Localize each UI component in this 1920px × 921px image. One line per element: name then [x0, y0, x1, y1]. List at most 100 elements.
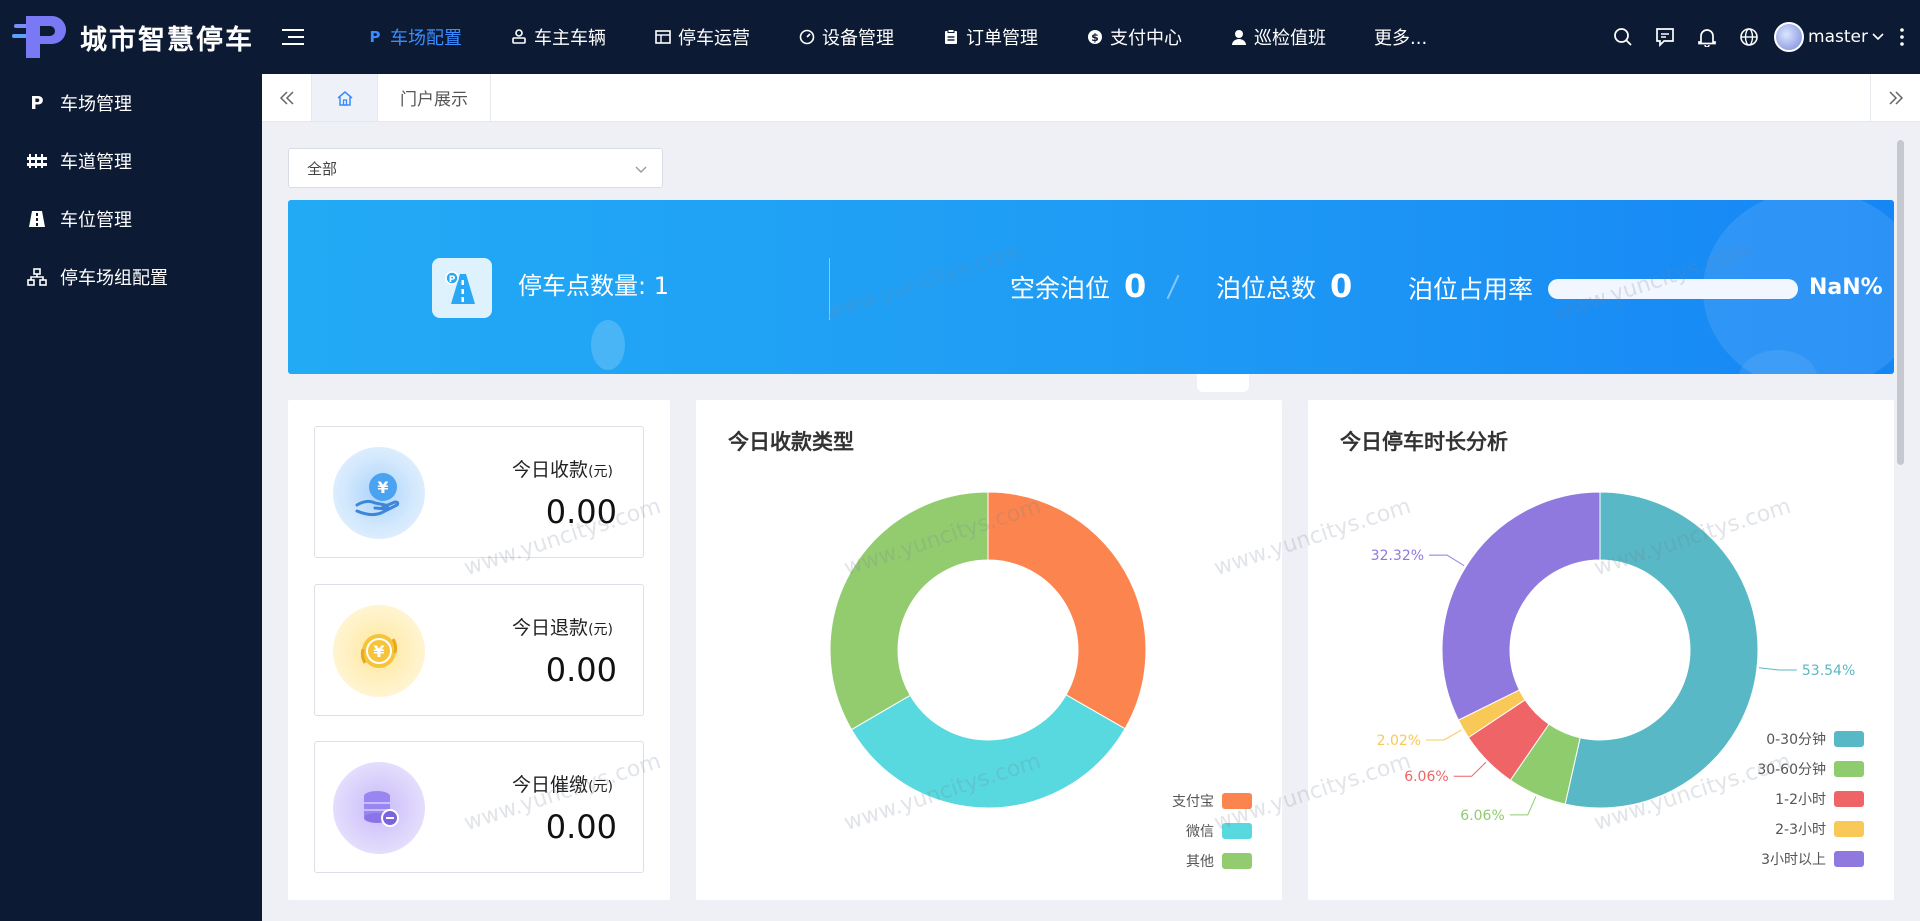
legend-label: 2-3小时	[1775, 822, 1826, 838]
double-chevron-left-icon[interactable]	[262, 74, 312, 121]
money-title: 今日催缴(元)	[512, 774, 613, 796]
parking-count: 停车点数量: 1	[518, 272, 669, 300]
app-logo[interactable]: 城市智慧停车	[0, 10, 262, 64]
money-summary-card: ¥ 今日收款(元) 0.00 ¥ 今日退款(元) 0.00 今日催缴(元) 0.…	[288, 400, 670, 900]
tab-portal[interactable]: 门户展示	[378, 74, 491, 121]
nav-label: 巡检值班	[1254, 28, 1326, 49]
legend-label: 3小时以上	[1761, 852, 1826, 868]
avatar	[1774, 22, 1805, 52]
today-income-box: ¥ 今日收款(元) 0.00	[314, 426, 644, 558]
nav-item-operation[interactable]: 停车运营	[630, 0, 774, 74]
user-icon	[1230, 28, 1248, 46]
coin-stack-icon	[333, 762, 425, 854]
double-chevron-right-icon[interactable]	[1870, 74, 1920, 121]
divider	[1166, 274, 1180, 300]
occupancy-progress-bar	[1548, 279, 1798, 299]
scrollbar-thumb[interactable]	[1897, 140, 1904, 465]
search-icon[interactable]	[1602, 0, 1644, 74]
legend-item[interactable]: 1-2小时	[1757, 784, 1864, 814]
legend-label: 1-2小时	[1775, 792, 1826, 808]
top-right-tools: master	[1602, 0, 1920, 74]
message-icon[interactable]	[1644, 0, 1686, 74]
svg-text:¥: ¥	[377, 478, 388, 497]
top-navbar: 城市智慧停车 P 车场配置 车主车辆 停车运营 设备管理 订单管理 $ 支付中心…	[0, 0, 1920, 74]
chevron-down-icon	[634, 161, 648, 179]
legend-item[interactable]: 微信	[1172, 816, 1252, 846]
legend-swatch	[1834, 821, 1864, 837]
legend-swatch	[1834, 791, 1864, 807]
data-label: 32.32%	[1371, 548, 1424, 564]
total-stat: 泊位总数 0	[1216, 267, 1352, 305]
legend-item[interactable]: 支付宝	[1172, 786, 1252, 816]
parking-p-icon: P	[30, 92, 44, 114]
yen-hand-icon: ¥	[333, 447, 425, 539]
today-dunning-box: 今日催缴(元) 0.00	[314, 741, 644, 873]
legend-item[interactable]: 3小时以上	[1757, 844, 1864, 874]
sidebar-item-lot-management[interactable]: P 车场管理	[0, 74, 262, 132]
bell-icon[interactable]	[1686, 0, 1728, 74]
barrier-icon	[26, 150, 48, 172]
data-label: 6.06%	[1460, 808, 1504, 824]
nav-label: 更多...	[1374, 28, 1428, 49]
nav-item-owner-vehicle[interactable]: 车主车辆	[486, 0, 630, 74]
more-vertical-icon[interactable]	[1884, 0, 1920, 74]
tab-home[interactable]	[312, 74, 378, 121]
data-label: 2.02%	[1377, 733, 1421, 749]
nav-item-payment[interactable]: $ 支付中心	[1062, 0, 1206, 74]
payment-type-chart-card: 今日收款类型 支付宝 微信 其他	[696, 400, 1282, 900]
menu-toggle-icon[interactable]	[282, 27, 306, 47]
donut-slice[interactable]	[1441, 491, 1601, 721]
nav-label: 设备管理	[822, 28, 894, 49]
data-label: 53.54%	[1802, 663, 1855, 679]
nav-item-device[interactable]: 设备管理	[774, 0, 918, 74]
money-value: 0.00	[545, 651, 617, 689]
sidebar-item-lane-management[interactable]: 车道管理	[0, 132, 262, 190]
nav-label: 车主车辆	[534, 28, 606, 49]
label-leader-line	[1758, 667, 1797, 671]
lot-filter-select[interactable]: 全部	[288, 148, 663, 188]
parking-duration-chart-card: 今日停车时长分析 53.54% 6.06% 6.06% 2.02% 32.32% 0-3…	[1308, 400, 1894, 900]
legend-item[interactable]: 0-30分钟	[1757, 724, 1864, 754]
occupancy-label: 泊位占用率	[1408, 275, 1534, 304]
sidebar-item-label: 车场管理	[60, 94, 132, 115]
nav-item-patrol[interactable]: 巡检值班	[1206, 0, 1350, 74]
table-icon	[654, 28, 672, 46]
legend-label: 0-30分钟	[1766, 732, 1826, 748]
legend-item[interactable]: 2-3小时	[1757, 814, 1864, 844]
sidebar-item-space-management[interactable]: 车位管理	[0, 190, 262, 248]
occupancy-value: NaN%	[1809, 275, 1883, 300]
app-title: 城市智慧停车	[80, 24, 254, 56]
legend-item[interactable]: 30-60分钟	[1757, 754, 1864, 784]
donut-slice[interactable]	[829, 491, 989, 731]
legend-item[interactable]: 其他	[1172, 846, 1252, 876]
dollar-coin-icon: $	[1086, 28, 1104, 46]
legend-swatch	[1222, 853, 1252, 869]
home-icon	[336, 90, 354, 106]
money-value: 0.00	[545, 493, 617, 531]
donut-slice[interactable]	[987, 491, 1147, 730]
nav-item-more[interactable]: 更多...	[1350, 0, 1451, 74]
globe-icon[interactable]	[1728, 0, 1770, 74]
tab-label: 门户展示	[400, 90, 468, 110]
chevron-down-icon	[1872, 33, 1884, 41]
select-value: 全部	[307, 159, 338, 178]
money-value: 0.00	[545, 808, 617, 846]
legend-swatch	[1834, 851, 1864, 867]
decorative-bubble	[591, 320, 625, 370]
collapse-handle[interactable]	[1197, 374, 1249, 392]
donut-slice[interactable]	[850, 694, 1126, 809]
tab-bar: 门户展示	[262, 74, 1920, 122]
org-chart-icon	[26, 266, 48, 288]
total-label: 泊位总数	[1216, 274, 1317, 303]
user-menu[interactable]: master	[1774, 22, 1884, 52]
gauge-icon	[798, 28, 816, 46]
data-label: 6.06%	[1404, 769, 1448, 785]
sidebar-item-lot-group-config[interactable]: 停车场组配置	[0, 248, 262, 306]
legend-label: 其他	[1186, 854, 1214, 870]
money-title: 今日收款(元)	[512, 459, 613, 481]
nav-item-lot-config[interactable]: P 车场配置	[342, 0, 486, 74]
legend-swatch	[1222, 823, 1252, 839]
parking-p-icon: P	[369, 28, 381, 46]
nav-item-order[interactable]: 订单管理	[918, 0, 1062, 74]
nav-label: 车场配置	[390, 28, 462, 49]
